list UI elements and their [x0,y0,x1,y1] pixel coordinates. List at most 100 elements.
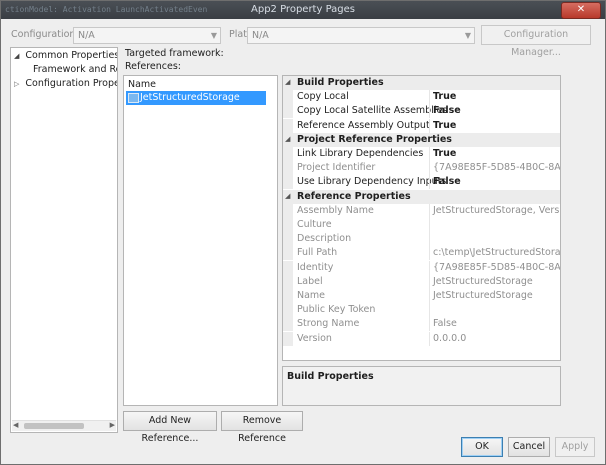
property-row[interactable]: Assembly Name JetStructuredStorage, Versi… [283,204,560,218]
property-row[interactable]: Identity {7A98E85F-5D85-4B0C-8A73-3089FAB [283,261,560,275]
add-new-reference-button[interactable]: Add New Reference... [123,411,217,444]
property-value: 0.0.0.0 [433,333,467,344]
property-name: Culture [297,219,332,230]
property-row[interactable]: Project Identifier {7A98E85F-5D85-4B0C-8A… [283,161,560,175]
configuration-manager-button[interactable]: Configuration Manager... [481,25,591,58]
property-value: {7A98E85F-5D85-4B0C-8A73-3089FAB [433,162,561,173]
platform-combo[interactable]: N/A ▼ [247,27,475,44]
list-item[interactable]: JetStructuredStorage [126,91,266,105]
row-gutter [283,147,293,161]
list-item-label: JetStructuredStorage [140,92,240,103]
row-gutter [283,303,293,317]
category-expanded-icon[interactable]: ◢ [285,78,290,86]
row-gutter [283,232,293,246]
property-category[interactable]: ◢ Reference Properties [283,190,560,204]
row-gutter [283,161,293,175]
property-name: Description [297,233,352,244]
property-tree[interactable]: ◢ Common Properties Framework and Refe ▷… [10,47,118,433]
property-value[interactable]: True [433,148,456,159]
row-gutter [283,90,293,104]
row-gutter [283,332,293,346]
collapsed-arrow-icon[interactable]: ▷ [14,80,19,88]
property-name: Version [297,333,332,344]
close-icon: ✕ [576,4,586,15]
property-name: Reference Assembly Output [297,120,430,131]
property-category[interactable]: ◢ Project Reference Properties [283,133,560,147]
configuration-label: Configuration: [11,29,79,40]
row-gutter [283,175,293,189]
ok-button[interactable]: OK [461,437,503,457]
column-separator [429,104,430,118]
remove-reference-button[interactable]: Remove Reference [221,411,303,444]
category-expanded-icon[interactable]: ◢ [285,135,290,143]
tree-item-common-properties[interactable]: ◢ Common Properties [14,50,117,61]
property-value: JetStructuredStorage [433,290,533,301]
property-row[interactable]: Culture [283,218,560,232]
property-value[interactable]: True [433,120,456,131]
cancel-button[interactable]: Cancel [508,437,550,457]
column-separator [429,119,430,133]
category-label: Build Properties [297,77,384,88]
property-category[interactable]: ◢ Build Properties [283,76,560,90]
configuration-combo[interactable]: N/A ▼ [73,27,221,44]
references-label: References: [125,61,181,72]
row-gutter [283,246,293,260]
row-gutter [283,289,293,303]
references-list[interactable]: Name JetStructuredStorage [123,75,278,406]
column-separator [429,289,430,303]
row-gutter [283,317,293,331]
property-name: Full Path [297,247,338,258]
property-value[interactable]: False [433,105,461,116]
column-separator [429,275,430,289]
row-gutter [283,204,293,218]
property-row[interactable]: Use Library Dependency Inputs False [283,175,560,189]
property-row[interactable]: Copy Local Satellite Assemblies False [283,104,560,118]
property-row[interactable]: Link Library Dependencies True [283,147,560,161]
property-name: Assembly Name [297,205,374,216]
description-title: Build Properties [287,371,374,382]
property-row[interactable]: Strong Name False [283,317,560,331]
category-expanded-icon[interactable]: ◢ [285,192,290,200]
category-label: Project Reference Properties [297,134,452,145]
property-name: Public Key Token [297,304,376,315]
tree-item-configuration-properties[interactable]: ▷ Configuration Propertie [14,78,117,89]
title-bar[interactable]: ctionModel: Activation LaunchActivatedEv… [1,1,605,19]
property-value: False [433,318,457,329]
property-row[interactable]: Version 0.0.0.0 [283,332,560,346]
apply-button[interactable]: Apply [555,437,595,457]
property-value: JetStructuredStorage, Version=0.0.0.0, C [433,205,560,216]
column-separator [429,261,430,275]
property-value[interactable]: False [433,176,461,187]
configuration-value: N/A [78,30,95,41]
scroll-right-icon[interactable]: ▶ [110,421,115,429]
category-label: Reference Properties [297,191,411,202]
property-row[interactable]: Label JetStructuredStorage [283,275,560,289]
list-header-name[interactable]: Name [128,79,156,90]
column-separator [429,232,430,246]
property-value[interactable]: True [433,91,456,102]
scroll-left-icon[interactable]: ◀ [13,421,18,429]
property-description-panel: Build Properties [282,366,561,406]
targeted-framework-label: Targeted framework: [125,48,224,59]
expanded-arrow-icon[interactable]: ◢ [14,52,19,60]
chevron-down-icon: ▼ [210,31,217,40]
property-grid[interactable]: ◢ Build Properties Copy Local True Copy Loca… [282,75,561,361]
property-row[interactable]: Public Key Token [283,303,560,317]
property-name: Copy Local [297,91,349,102]
property-row[interactable]: Reference Assembly Output True [283,119,560,133]
row-gutter [283,275,293,289]
property-row[interactable]: Full Path c:\temp\JetStructuredStorage\De… [283,246,560,260]
property-value: c:\temp\JetStructuredStorage\Debug\Je [433,247,561,258]
close-button[interactable]: ✕ [561,2,601,19]
tree-item-framework-and-references[interactable]: Framework and Refe [33,64,117,75]
scrollbar-thumb[interactable] [24,423,84,429]
column-separator [429,218,430,232]
property-row[interactable]: Name JetStructuredStorage [283,289,560,303]
column-separator [429,246,430,260]
column-separator [429,303,430,317]
column-separator [429,175,430,189]
property-name: Copy Local Satellite Assemblies [297,105,448,116]
property-row[interactable]: Copy Local True [283,90,560,104]
tree-horizontal-scrollbar[interactable]: ◀ ▶ [12,420,116,431]
property-row[interactable]: Description [283,232,560,246]
